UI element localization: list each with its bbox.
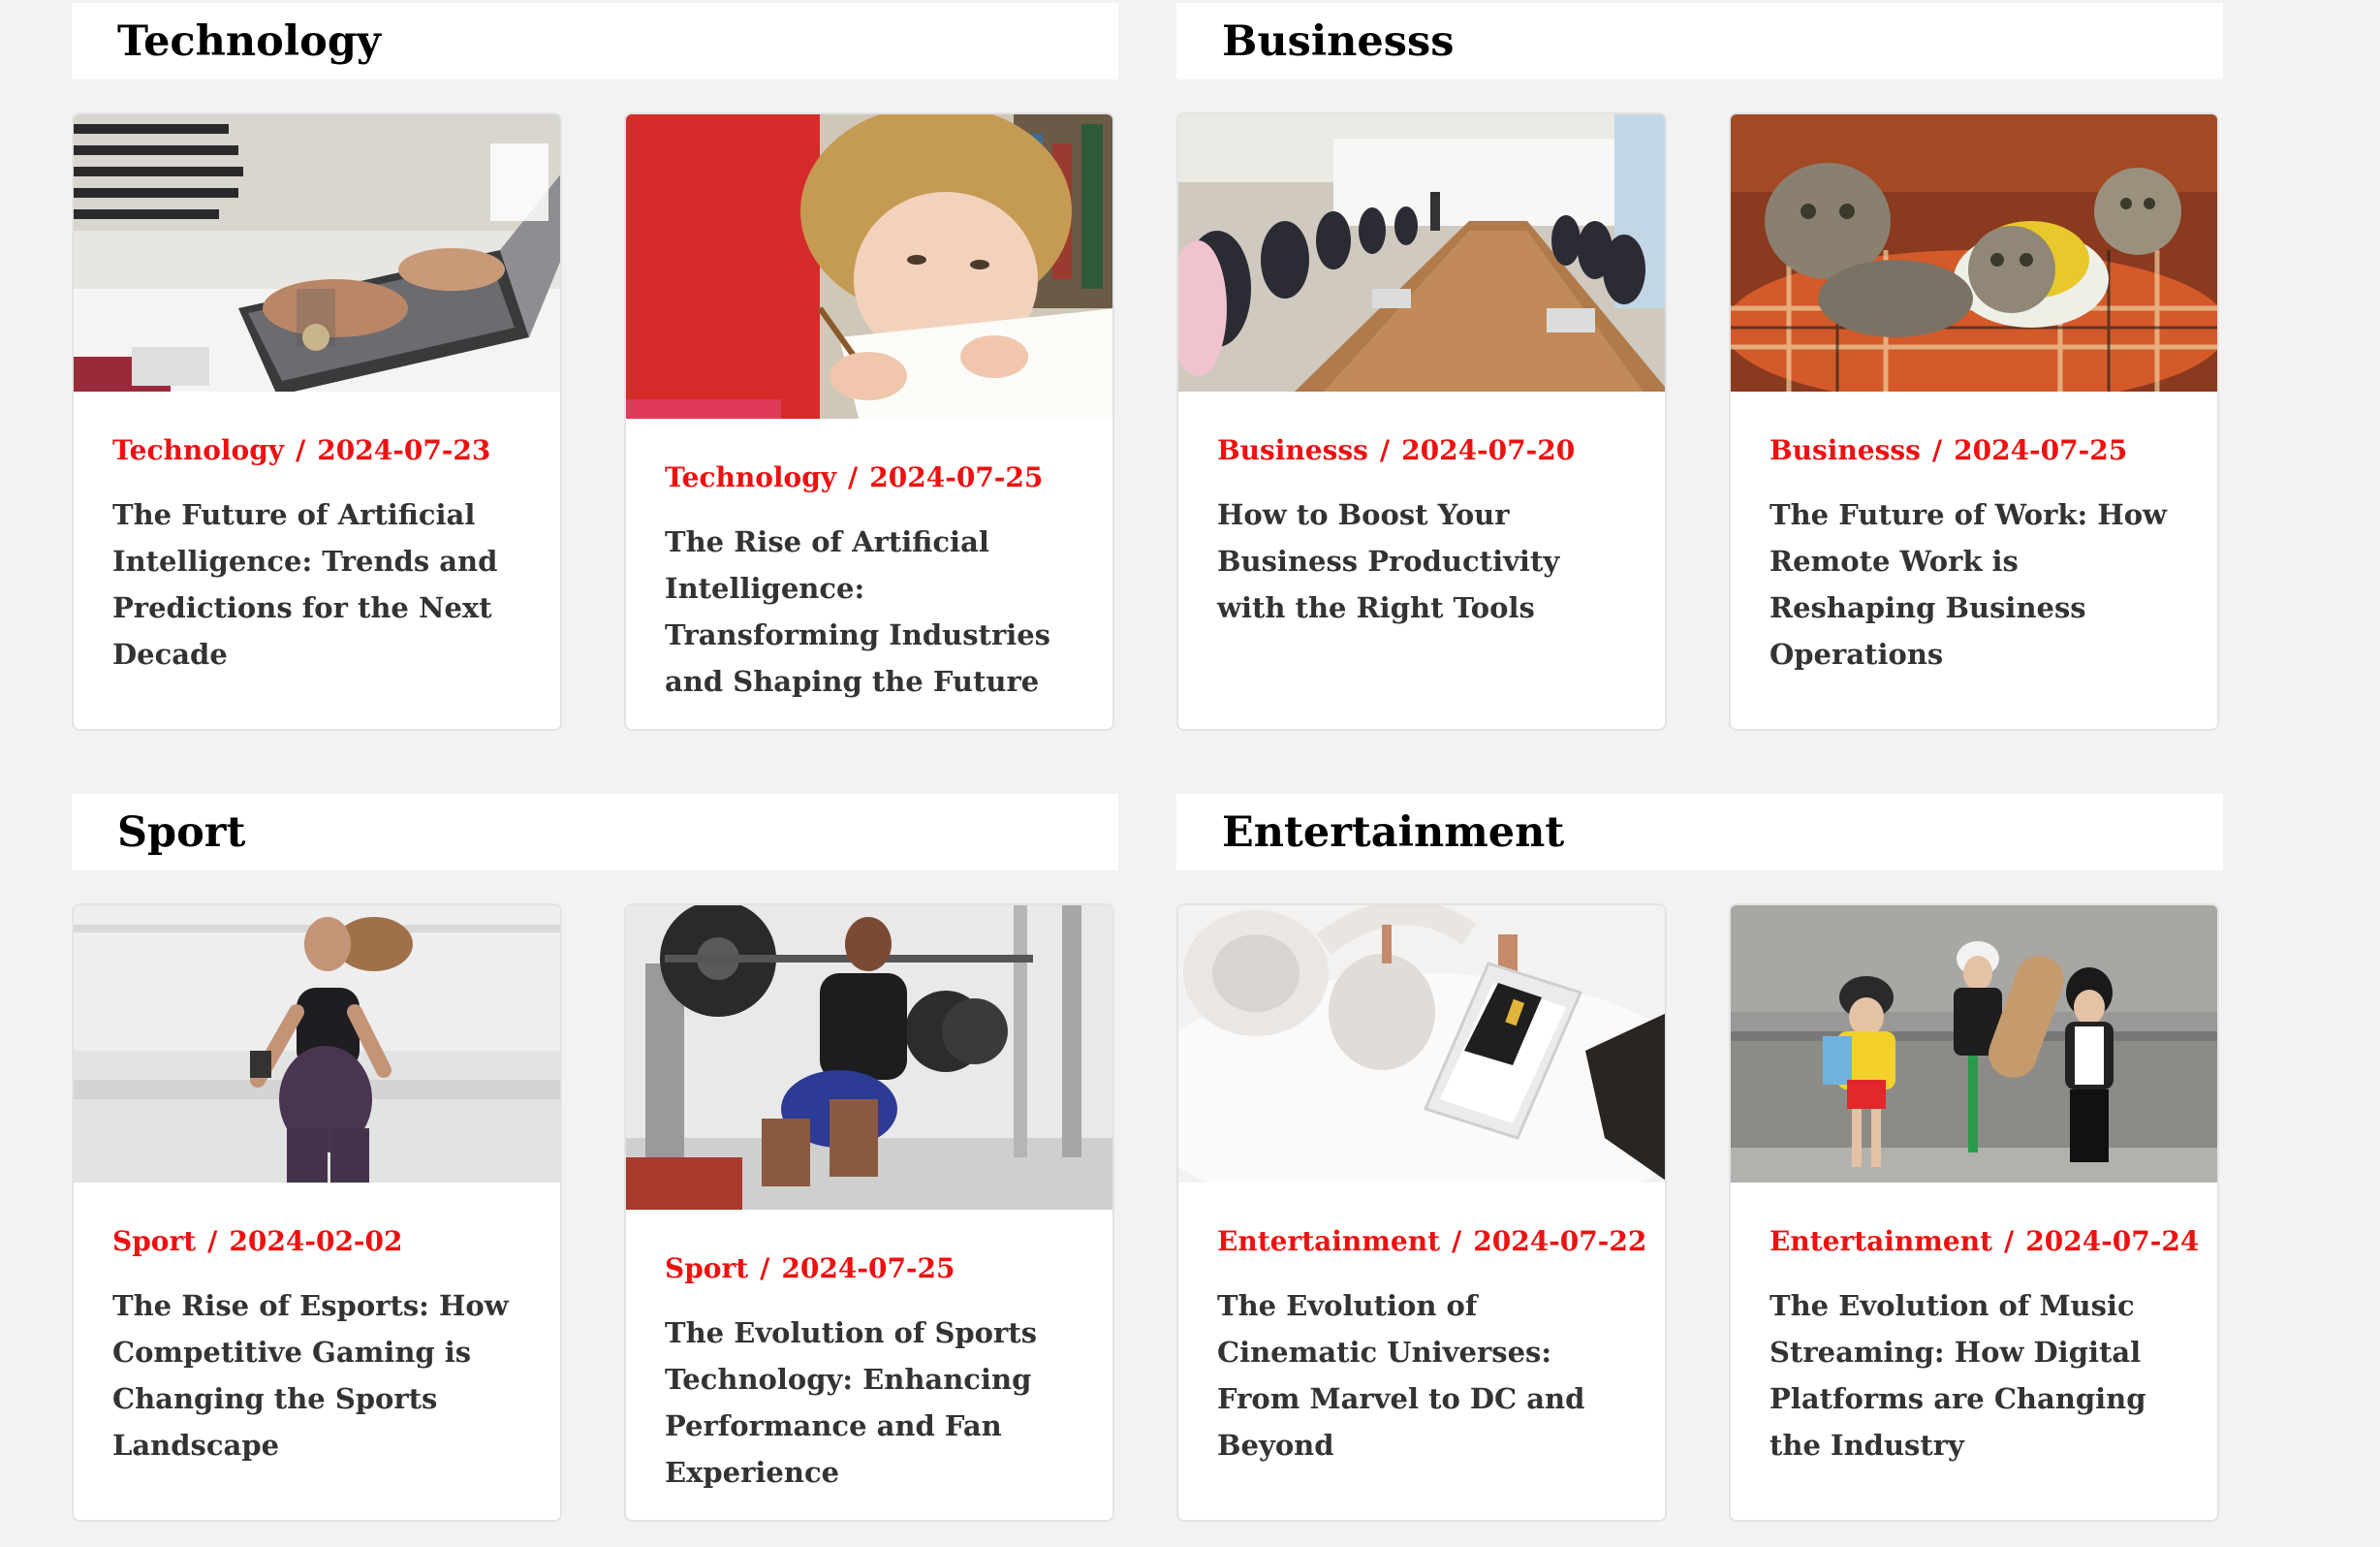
- post-title[interactable]: The Evolution of Cinematic Universes: Fr…: [1217, 1282, 1626, 1468]
- post-card[interactable]: Sport / 2024-07-25 The Evolution of Sports…: [624, 903, 1114, 1522]
- post-category[interactable]: Businesss: [1217, 434, 1368, 466]
- post-meta: Businesss / 2024-07-20: [1217, 434, 1626, 466]
- post-category[interactable]: Businesss: [1769, 434, 1921, 466]
- post-meta: Technology / 2024-07-25: [665, 461, 1074, 493]
- post-image[interactable]: [1178, 114, 1665, 392]
- post-meta: Entertainment / 2024-07-22: [1217, 1225, 1646, 1257]
- post-title[interactable]: The Evolution of Music Streaming: How Di…: [1769, 1282, 2178, 1468]
- post-category[interactable]: Technology: [665, 461, 836, 493]
- meta-separator: /: [296, 434, 306, 466]
- post-card[interactable]: Sport / 2024-02-02 The Rise of Esports: Ho…: [72, 903, 562, 1522]
- post-image[interactable]: [626, 114, 1112, 419]
- post-image[interactable]: [74, 114, 560, 392]
- post-category[interactable]: Entertainment: [1769, 1225, 1992, 1257]
- post-category[interactable]: Sport: [665, 1252, 748, 1284]
- post-date: 2024-07-20: [1401, 434, 1576, 466]
- meta-separator: /: [1452, 1225, 1462, 1257]
- section-title[interactable]: Sport: [117, 808, 245, 857]
- post-meta: Businesss / 2024-07-25: [1769, 434, 2178, 466]
- post-title[interactable]: The Rise of Esports: How Competitive Gam…: [112, 1282, 521, 1468]
- post-title[interactable]: The Future of Work: How Remote Work is R…: [1769, 491, 2178, 678]
- post-card[interactable]: Technology / 2024-07-23 The Future of Arti…: [72, 112, 562, 731]
- meta-separator: /: [760, 1252, 770, 1284]
- post-image[interactable]: [626, 905, 1112, 1210]
- kittens-photo: [1731, 114, 2217, 392]
- meta-separator: /: [848, 461, 859, 493]
- post-card[interactable]: Businesss / 2024-07-20 How to Boost Your B…: [1176, 112, 1667, 731]
- meta-separator: /: [2004, 1225, 2015, 1257]
- section-header-businesss: Businesss: [1176, 3, 2223, 79]
- post-date: 2024-07-25: [1954, 434, 2128, 466]
- post-date: 2024-07-25: [781, 1252, 955, 1284]
- headphones-phone-photo: [1178, 905, 1665, 1183]
- post-title[interactable]: The Future of Artificial Intelligence: T…: [112, 491, 521, 678]
- post-card[interactable]: Entertainment / 2024-07-24 The Evolution o…: [1729, 903, 2219, 1522]
- post-date: 2024-07-22: [1473, 1225, 1647, 1257]
- section-title[interactable]: Businesss: [1222, 17, 1454, 66]
- post-date: 2024-07-23: [317, 434, 491, 466]
- post-image[interactable]: [74, 905, 560, 1183]
- section-title[interactable]: Entertainment: [1222, 808, 1564, 857]
- meta-separator: /: [207, 1225, 218, 1257]
- post-category[interactable]: Entertainment: [1217, 1225, 1440, 1257]
- laptop-typing-photo: [74, 114, 560, 392]
- post-image[interactable]: [1731, 114, 2217, 392]
- woman-running-photo: [74, 905, 560, 1183]
- section-header-entertainment: Entertainment: [1176, 794, 2223, 870]
- post-image[interactable]: [1731, 905, 2217, 1183]
- post-date: 2024-02-02: [229, 1225, 403, 1257]
- post-category[interactable]: Technology: [112, 434, 284, 466]
- post-card[interactable]: Technology / 2024-07-25 The Rise of Artifi…: [624, 112, 1114, 731]
- post-meta: Entertainment / 2024-07-24: [1769, 1225, 2199, 1257]
- gym-squat-photo: [626, 905, 1112, 1210]
- post-card[interactable]: Entertainment / 2024-07-22 The Evolution o…: [1176, 903, 1667, 1522]
- section-header-technology: Technology: [72, 3, 1118, 79]
- post-image[interactable]: [1178, 905, 1665, 1183]
- post-date: 2024-07-25: [869, 461, 1044, 493]
- post-title[interactable]: How to Boost Your Business Productivity …: [1217, 491, 1626, 631]
- conference-meeting-photo: [1178, 114, 1665, 392]
- post-meta: Technology / 2024-07-23: [112, 434, 521, 466]
- child-drawing-photo: [626, 114, 1112, 419]
- post-category[interactable]: Sport: [112, 1225, 196, 1257]
- post-card[interactable]: Businesss / 2024-07-25 The Future of Work:…: [1729, 112, 2219, 731]
- post-meta: Sport / 2024-07-25: [665, 1252, 1074, 1284]
- section-header-sport: Sport: [72, 794, 1118, 870]
- kids-fashion-photo: [1731, 905, 2217, 1183]
- post-meta: Sport / 2024-02-02: [112, 1225, 521, 1257]
- post-title[interactable]: The Evolution of Sports Technology: Enha…: [665, 1310, 1074, 1496]
- meta-separator: /: [1379, 434, 1391, 466]
- section-title[interactable]: Technology: [117, 17, 381, 66]
- post-date: 2024-07-24: [2025, 1225, 2200, 1257]
- meta-separator: /: [1931, 434, 1943, 466]
- post-title[interactable]: The Rise of Artificial Intelligence: Tra…: [665, 519, 1074, 705]
